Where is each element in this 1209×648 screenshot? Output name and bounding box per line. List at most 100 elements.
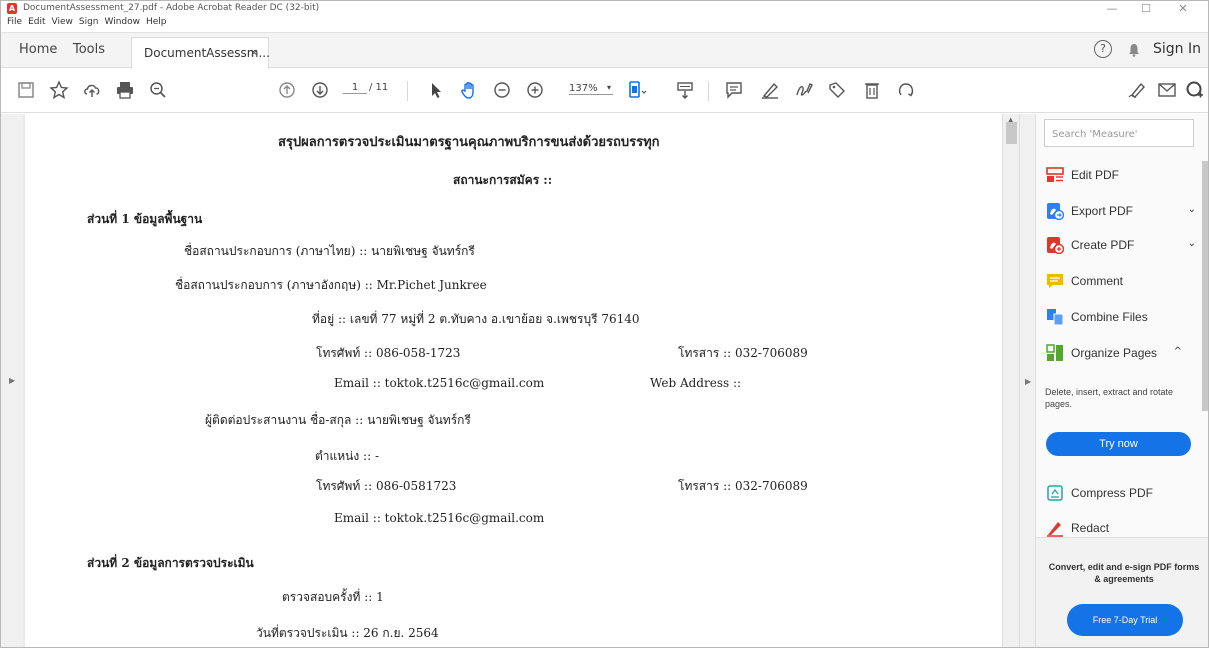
tool-label: Redact [1071, 521, 1110, 535]
chevron-up-icon[interactable]: ^ [1174, 346, 1182, 357]
email-1: Email :: toktok.t2516c@gmail.com [334, 376, 545, 390]
company-name-english: ชื่อสถานประกอบการ (ภาษาอังกฤษ) :: Mr.Pic… [175, 278, 487, 292]
sign-icon[interactable] [793, 79, 815, 101]
promo-text: Convert, edit and e-sign PDF forms & agr… [1048, 562, 1200, 584]
web-address: Web Address :: [650, 376, 742, 390]
section-1-heading: ส่วนที่ 1 ข้อมูลพื้นฐาน [87, 212, 203, 226]
zoom-in-icon[interactable] [524, 79, 546, 101]
compress-pdf-icon [1046, 484, 1064, 502]
tab-bar: Home Tools DocumentAssessm... × ? Sign I… [1, 32, 1208, 69]
bookmark-star-icon[interactable] [48, 79, 70, 101]
inspection-date: วันที่ตรวจประเมิน :: 26 ก.ย. 2564 [256, 626, 439, 640]
export-pdf-icon [1046, 202, 1065, 221]
redact-icon [1046, 519, 1064, 537]
menu-sign[interactable]: Sign [79, 17, 99, 31]
cloud-upload-icon[interactable] [81, 79, 103, 101]
minimize-button[interactable]: — [1098, 2, 1126, 15]
hand-tool-icon[interactable] [458, 79, 480, 101]
comment-icon[interactable] [723, 79, 745, 101]
pdf-page: สรุปผลการตรวจประเมินมาตรฐานคุณภาพบริการข… [25, 114, 1002, 647]
tool-compress-pdf[interactable]: Compress PDF [1046, 480, 1196, 506]
phone-1: โทรศัพท์ :: 086-058-1723 [316, 346, 461, 360]
close-tab-icon[interactable]: × [250, 46, 259, 59]
menu-bar: File Edit View Sign Window Help [1, 17, 173, 31]
zoom-level-select[interactable]: 137% ▾ [569, 83, 613, 95]
zoom-out-icon[interactable] [491, 79, 513, 101]
share-tag-icon[interactable] [826, 79, 848, 101]
collapse-right-panel-icon[interactable]: ▶ [1025, 377, 1031, 386]
edit-pdf-icon [1046, 166, 1064, 184]
add-user-icon[interactable] [1184, 79, 1206, 101]
chevron-down-icon[interactable]: ⌄ [1188, 238, 1196, 249]
main-toolbar: 1 / 11 137% ▾ [1, 69, 1208, 113]
document-title: สรุปผลการตรวจประเมินมาตรฐานคุณภาพบริการข… [278, 135, 660, 150]
select-cursor-icon[interactable] [425, 79, 447, 101]
window-title: DocumentAssessment_27.pdf - Adobe Acroba… [23, 3, 320, 13]
email-icon[interactable] [1156, 79, 1178, 101]
free-trial-button[interactable]: Free 7-Day Trial [1067, 604, 1183, 636]
tool-label: Create PDF [1071, 238, 1135, 252]
try-now-button[interactable]: Try now [1046, 432, 1191, 456]
pen-sign-icon[interactable] [1126, 79, 1148, 101]
tool-export-pdf[interactable]: Export PDF ⌄ [1046, 198, 1196, 224]
save-icon[interactable] [15, 79, 37, 101]
tool-create-pdf[interactable]: Create PDF ⌄ [1046, 232, 1196, 258]
menu-edit[interactable]: Edit [28, 17, 45, 31]
left-panel-toggle[interactable]: ▶ [1, 114, 23, 647]
page-display-icon[interactable] [626, 79, 648, 101]
tool-label: Organize Pages [1071, 346, 1158, 360]
tab-home[interactable]: Home [19, 42, 57, 57]
company-name-thai: ชื่อสถานประกอบการ (ภาษาไทย) :: นายพิเชษฐ… [184, 244, 475, 258]
delete-trash-icon[interactable] [861, 79, 883, 101]
tool-organize-pages[interactable]: Organize Pages ^ [1046, 340, 1196, 366]
zoom-search-icon[interactable] [147, 79, 169, 101]
print-icon[interactable] [114, 79, 136, 101]
document-scrollbar[interactable]: ▲ [1002, 114, 1019, 647]
section-2-heading: ส่วนที่ 2 ข้อมูลการตรวจประเมิน [87, 556, 254, 570]
tools-pane-scroll-thumb[interactable] [1202, 161, 1208, 411]
inspection-number: ตรวจสอบครั้งที่ :: 1 [282, 590, 384, 604]
previous-page-icon[interactable] [276, 79, 298, 101]
tools-pane-scrollbar[interactable] [1200, 161, 1208, 531]
tab-document[interactable]: DocumentAssessm... × [131, 37, 270, 69]
address: ที่อยู่ :: เลขที่ 77 หมู่ที่ 2 ต.ทับคาง … [312, 312, 640, 326]
contact-person: ผู้ติดต่อประสานงาน ชื่อ-สกุล :: นายพิเชษ… [205, 413, 471, 427]
menu-help[interactable]: Help [146, 17, 167, 31]
contact-position: ตำแหน่ง :: - [315, 449, 380, 463]
fax-1: โทรสาร :: 032-706089 [678, 346, 808, 360]
menu-file[interactable]: File [7, 17, 22, 31]
page-number-input[interactable]: 1 [343, 82, 367, 94]
scroll-mode-icon[interactable] [674, 79, 696, 101]
toolbar-divider [407, 81, 408, 101]
chevron-down-icon[interactable]: ⌄ [1188, 204, 1196, 215]
notification-bell-icon[interactable] [1128, 42, 1140, 57]
right-panel-toggle[interactable]: ▶ [1019, 114, 1036, 647]
tool-comment[interactable]: Comment [1046, 268, 1196, 294]
tool-label: Combine Files [1071, 310, 1148, 324]
search-tools-input[interactable]: Search 'Measure' [1044, 119, 1194, 147]
tool-edit-pdf[interactable]: Edit PDF [1046, 162, 1196, 188]
scroll-thumb[interactable] [1006, 122, 1017, 144]
organize-pages-icon [1046, 344, 1064, 362]
tool-label: Edit PDF [1071, 168, 1120, 182]
close-window-button[interactable]: ✕ [1169, 2, 1197, 15]
sign-in-link[interactable]: Sign In [1153, 41, 1201, 57]
phone-2: โทรศัพท์ :: 086-0581723 [316, 479, 457, 493]
help-icon[interactable]: ? [1094, 40, 1112, 58]
highlight-pen-icon[interactable] [759, 79, 781, 101]
expand-left-panel-icon[interactable]: ▶ [9, 376, 15, 385]
document-viewer[interactable]: ▶ สรุปผลการตรวจประเมินมาตรฐานคุณภาพบริกา… [1, 114, 1019, 647]
rotate-icon[interactable] [895, 79, 917, 101]
tool-combine-files[interactable]: Combine Files [1046, 304, 1196, 330]
tab-tools[interactable]: Tools [73, 42, 105, 57]
maximize-button[interactable]: ☐ [1132, 2, 1160, 15]
title-bar: A DocumentAssessment_27.pdf - Adobe Acro… [1, 1, 1208, 17]
combine-files-icon [1046, 308, 1064, 326]
next-page-icon[interactable] [309, 79, 331, 101]
page-total: / 11 [369, 82, 389, 93]
application-status: สถานะการสมัคร :: [453, 173, 553, 187]
menu-view[interactable]: View [52, 17, 73, 31]
menu-window[interactable]: Window [105, 17, 141, 31]
organize-pages-description: Delete, insert, extract and rotate pages… [1045, 387, 1174, 409]
tool-label: Comment [1071, 274, 1124, 288]
